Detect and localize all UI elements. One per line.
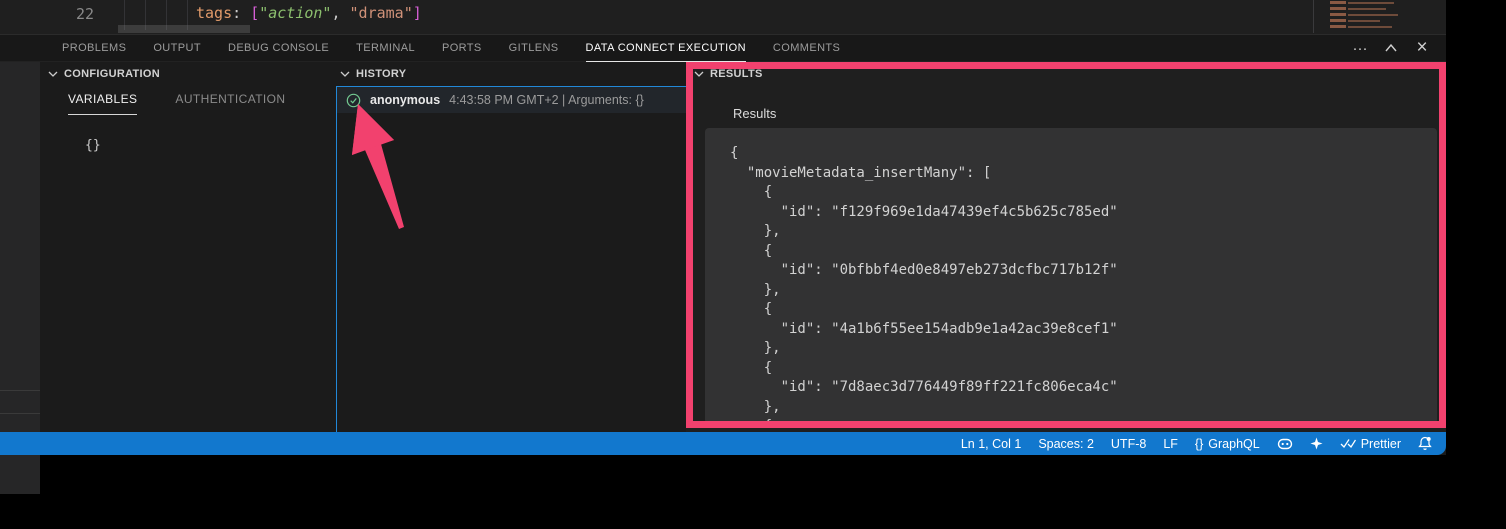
tab-data-connect-execution[interactable]: DATA CONNECT EXECUTION	[586, 35, 746, 62]
code-token-comma: ,	[331, 4, 349, 22]
bell-icon	[1418, 436, 1432, 451]
chevron-down-icon	[340, 69, 350, 79]
encoding-setting[interactable]: UTF-8	[1111, 437, 1146, 451]
history-entry-name: anonymous	[370, 93, 440, 107]
code-token-string-drama: "drama"	[350, 4, 413, 22]
braces-icon: {}	[1195, 437, 1203, 451]
configuration-pane: CONFIGURATION VARIABLES AUTHENTICATION {…	[40, 62, 336, 432]
success-check-icon	[346, 93, 361, 108]
json-line: {	[730, 417, 1437, 424]
json-line: {	[730, 300, 1437, 320]
tab-output[interactable]: OUTPUT	[153, 35, 201, 62]
tab-debug-console[interactable]: DEBUG CONSOLE	[228, 35, 329, 62]
json-line: "id": "f129f969e1da47439ef4c5b625c785ed"	[730, 203, 1437, 223]
indentation-setting[interactable]: Spaces: 2	[1038, 437, 1094, 451]
chevron-down-icon	[48, 69, 58, 79]
code-token-open-bracket: [	[250, 4, 259, 22]
cursor-position[interactable]: Ln 1, Col 1	[961, 437, 1021, 451]
results-pane: RESULTS Results { "movieMetadata_insertM…	[686, 62, 1446, 432]
results-json-viewer[interactable]: { "movieMetadata_insertMany": [ { "id": …	[705, 128, 1437, 424]
notifications[interactable]	[1418, 436, 1432, 451]
tab-variables[interactable]: VARIABLES	[68, 92, 137, 115]
copilot-status[interactable]	[1277, 437, 1293, 451]
results-title: RESULTS	[710, 68, 763, 80]
close-panel-icon[interactable]: ×	[1414, 40, 1430, 56]
code-token-close-bracket: ]	[413, 4, 422, 22]
left-rail	[0, 62, 40, 494]
code-line-22[interactable]: tags: ["action", "drama"]	[196, 4, 422, 22]
rail-divider	[0, 390, 40, 391]
json-line: "id": "0bfbbf4ed0e8497eb273dcfbc717b12f"	[730, 261, 1437, 281]
status-bar: Ln 1, Col 1 Spaces: 2 UTF-8 LF {} GraphQ…	[0, 432, 1446, 455]
language-label: GraphQL	[1208, 437, 1259, 451]
formatter-label: Prettier	[1361, 437, 1401, 451]
tab-terminal[interactable]: TERMINAL	[356, 35, 415, 62]
code-token-colon: :	[232, 4, 250, 22]
minimap-border	[1313, 0, 1314, 33]
json-line: "movieMetadata_insertMany": [	[730, 164, 1437, 184]
json-line: },	[730, 339, 1437, 359]
line-number: 22	[54, 5, 94, 23]
json-line: },	[730, 281, 1437, 301]
formatter-status[interactable]: Prettier	[1340, 437, 1401, 451]
json-line: },	[730, 398, 1437, 418]
code-token-key: tags	[196, 4, 232, 22]
configuration-title: CONFIGURATION	[64, 68, 160, 80]
double-check-icon	[1340, 438, 1356, 449]
more-actions-icon[interactable]: ···	[1352, 40, 1368, 56]
rail-divider	[0, 413, 40, 414]
configuration-header[interactable]: CONFIGURATION	[48, 62, 160, 86]
tab-problems[interactable]: PROBLEMS	[62, 35, 126, 62]
editor-area[interactable]: 22 tags: ["action", "drama"]	[0, 0, 1446, 34]
json-line: {	[730, 144, 1437, 164]
results-label: Results	[733, 106, 776, 121]
screenshot-stage: 22 tags: ["action", "drama"] PROBLEMS OU…	[0, 0, 1506, 529]
editor-horizontal-scrollbar[interactable]	[118, 25, 250, 33]
vscode-window: 22 tags: ["action", "drama"] PROBLEMS OU…	[0, 0, 1446, 455]
panel-body: CONFIGURATION VARIABLES AUTHENTICATION {…	[0, 62, 1446, 432]
history-header[interactable]: HISTORY	[340, 62, 406, 86]
history-entry-anonymous[interactable]: anonymous 4:43:58 PM GMT+2 | Arguments: …	[337, 87, 686, 113]
variables-json-editor[interactable]: {}	[85, 138, 101, 153]
history-entry-meta: 4:43:58 PM GMT+2 | Arguments: {}	[449, 93, 644, 107]
maximize-panel-icon[interactable]	[1383, 40, 1399, 56]
configuration-tabs: VARIABLES AUTHENTICATION	[68, 92, 285, 115]
editor-gutter: 22	[40, 0, 118, 34]
sparkle-icon	[1310, 437, 1323, 450]
json-line: "id": "7d8aec3d776449f89ff221fc806eca4c"	[730, 378, 1437, 398]
history-title: HISTORY	[356, 68, 406, 80]
eol-setting[interactable]: LF	[1163, 437, 1178, 451]
tab-authentication[interactable]: AUTHENTICATION	[175, 92, 285, 115]
language-mode[interactable]: {} GraphQL	[1195, 437, 1260, 451]
history-list: anonymous 4:43:58 PM GMT+2 | Arguments: …	[336, 86, 686, 432]
json-line: "id": "4a1b6f55ee154adb9e1a42ac39e8cef1"	[730, 320, 1437, 340]
code-token-string-action: "action"	[259, 4, 331, 22]
copilot-icon	[1277, 437, 1293, 451]
json-line: {	[730, 183, 1437, 203]
json-line: {	[730, 242, 1437, 262]
tab-ports[interactable]: PORTS	[442, 35, 482, 62]
chevron-down-icon	[694, 69, 704, 79]
json-line: {	[730, 359, 1437, 379]
minimap[interactable]	[1318, 1, 1402, 32]
sparkle-status[interactable]	[1310, 437, 1323, 450]
json-line: },	[730, 222, 1437, 242]
results-header[interactable]: RESULTS	[694, 62, 763, 86]
history-pane: HISTORY anonymous 4:43:58 PM GMT+2 | Arg…	[336, 62, 686, 432]
tab-comments[interactable]: COMMENTS	[773, 35, 840, 62]
tab-gitlens[interactable]: GITLENS	[509, 35, 559, 62]
panel-tab-bar: PROBLEMS OUTPUT DEBUG CONSOLE TERMINAL P…	[0, 34, 1446, 62]
panel-actions: ··· ×	[1352, 36, 1430, 60]
